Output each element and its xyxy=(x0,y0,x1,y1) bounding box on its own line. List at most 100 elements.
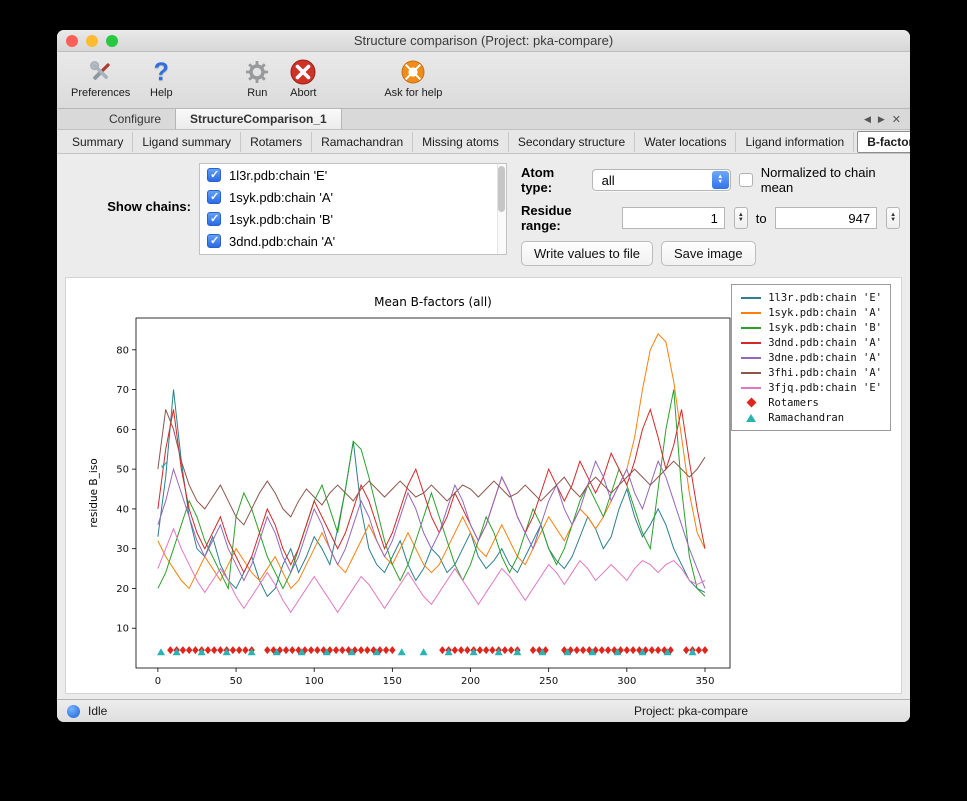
legend-item: Rotamers xyxy=(739,395,882,410)
tab-ramachandran[interactable]: Ramachandran xyxy=(312,132,413,152)
b-factor-chart[interactable]: 1020304050607080050100150200250300350Mea… xyxy=(84,290,744,694)
legend-item: 3dne.pdb:chain 'A' xyxy=(739,350,882,365)
tab-ligand-information[interactable]: Ligand information xyxy=(736,132,854,152)
residue-to-stepper[interactable]: ▲▼ xyxy=(886,207,900,229)
window-controls xyxy=(66,35,118,47)
ask-for-help-button[interactable]: Ask for help xyxy=(384,57,442,99)
svg-text:80: 80 xyxy=(116,345,129,356)
toolbar-label: Preferences xyxy=(71,87,130,99)
svg-text:✓: ✓ xyxy=(159,458,169,472)
project-label: Project: pka-compare xyxy=(634,704,748,718)
chain-checkbox[interactable] xyxy=(207,168,221,182)
tab-water-locations[interactable]: Water locations xyxy=(635,132,736,152)
residue-to-input[interactable]: 947 xyxy=(775,207,877,229)
chain-list[interactable]: 1l3r.pdb:chain 'E' 1syk.pdb:chain 'A' 1s… xyxy=(199,163,507,255)
svg-text:40: 40 xyxy=(116,504,129,515)
show-chains-label: Show chains: xyxy=(57,163,199,266)
svg-text:10: 10 xyxy=(116,624,129,635)
chain-label: 1syk.pdb:chain 'A' xyxy=(229,190,333,205)
svg-text:Mean B-factors (all): Mean B-factors (all) xyxy=(374,295,492,309)
chain-list-item[interactable]: 1syk.pdb:chain 'B' xyxy=(200,208,506,230)
atom-type-select[interactable]: all ▲▼ xyxy=(592,169,731,191)
titlebar: Structure comparison (Project: pka-compa… xyxy=(57,30,910,52)
tab-scroll-right-icon[interactable]: ▶ xyxy=(878,114,885,125)
legend-item: 1syk.pdb:chain 'A' xyxy=(739,305,882,320)
scrollbar-thumb[interactable] xyxy=(498,166,505,212)
zoom-button[interactable] xyxy=(106,35,118,47)
to-label: to xyxy=(756,211,767,226)
tab-close-icon[interactable]: ✕ xyxy=(892,113,901,126)
svg-text:60: 60 xyxy=(116,425,129,436)
toolbar: Preferences ? Help Run xyxy=(57,52,910,109)
chain-label: 1syk.pdb:chain 'B' xyxy=(229,212,333,227)
tab-configure[interactable]: Configure xyxy=(95,109,175,129)
legend-line-swatch xyxy=(741,327,761,329)
abort-icon xyxy=(288,57,318,87)
legend-line-swatch xyxy=(741,342,761,344)
toolbar-label: Help xyxy=(150,87,173,99)
question-icon: ? xyxy=(146,57,176,87)
app-window: Structure comparison (Project: pka-compa… xyxy=(57,30,910,722)
tab-missing-atoms[interactable]: Missing atoms xyxy=(413,132,509,152)
normalized-checkbox[interactable] xyxy=(739,173,753,187)
status-indicator-icon xyxy=(67,705,80,718)
tab-bar-controls: ◀ ▶ ✕ xyxy=(864,109,910,129)
plot-panel: 1020304050607080050100150200250300350Mea… xyxy=(65,277,902,694)
window-title: Structure comparison (Project: pka-compa… xyxy=(354,33,613,48)
close-button[interactable] xyxy=(66,35,78,47)
minimize-button[interactable] xyxy=(86,35,98,47)
svg-text:300: 300 xyxy=(617,676,636,687)
tab-structure-comparison-1[interactable]: StructureComparison_1 xyxy=(175,109,342,129)
status-text: Idle xyxy=(88,704,107,718)
legend-item: 1syk.pdb:chain 'B' xyxy=(739,320,882,335)
chain-checkbox[interactable] xyxy=(207,212,221,226)
chain-list-item[interactable]: 1l3r.pdb:chain 'E' xyxy=(200,164,506,186)
legend-triangle-swatch xyxy=(746,414,756,422)
svg-text:250: 250 xyxy=(539,676,558,687)
write-values-button[interactable]: Write values to file xyxy=(521,241,653,266)
tools-icon xyxy=(86,57,116,87)
tab-summary[interactable]: Summary xyxy=(63,132,133,152)
preferences-button[interactable]: Preferences xyxy=(71,57,130,99)
chain-checkbox[interactable] xyxy=(207,234,221,248)
svg-text:350: 350 xyxy=(695,676,714,687)
svg-text:20: 20 xyxy=(116,584,129,595)
svg-text:100: 100 xyxy=(305,676,324,687)
residue-from-input[interactable]: 1 xyxy=(622,207,724,229)
chain-checkbox[interactable] xyxy=(207,190,221,204)
gear-icon xyxy=(242,57,272,87)
lifering-icon xyxy=(398,57,428,87)
chain-label: 3dnd.pdb:chain 'A' xyxy=(229,234,335,249)
controls-panel: Show chains: 1l3r.pdb:chain 'E' 1syk.pdb… xyxy=(57,154,910,275)
filter-controls: Atom type: all ▲▼ Normalized to chain me… xyxy=(521,163,900,266)
legend-line-swatch xyxy=(741,312,761,314)
tab-scroll-left-icon[interactable]: ◀ xyxy=(864,114,871,125)
status-bar: Idle Project: pka-compare xyxy=(57,699,910,722)
legend-diamond-swatch xyxy=(746,398,756,408)
abort-button[interactable]: Abort xyxy=(288,57,318,99)
svg-text:70: 70 xyxy=(116,385,129,396)
atom-type-value: all xyxy=(602,173,615,188)
residue-from-stepper[interactable]: ▲▼ xyxy=(734,207,748,229)
chain-list-item[interactable]: 3dnd.pdb:chain 'A' xyxy=(200,230,506,252)
toolbar-label: Run xyxy=(247,87,267,99)
legend-line-swatch xyxy=(741,297,761,299)
tab-rotamers[interactable]: Rotamers xyxy=(241,132,312,152)
svg-text:150: 150 xyxy=(383,676,402,687)
svg-text:200: 200 xyxy=(461,676,480,687)
chain-list-item[interactable]: 1syk.pdb:chain 'A' xyxy=(200,186,506,208)
svg-text:50: 50 xyxy=(116,465,129,476)
tab-ligand-summary[interactable]: Ligand summary xyxy=(133,132,241,152)
tab-b-factors[interactable]: B-factors xyxy=(857,131,910,153)
svg-text:0: 0 xyxy=(155,676,161,687)
save-image-button[interactable]: Save image xyxy=(661,241,756,266)
document-tab-bar: Configure StructureComparison_1 ◀ ▶ ✕ xyxy=(57,109,910,130)
tab-secondary-structure[interactable]: Secondary structure xyxy=(509,132,635,152)
run-button[interactable]: Run xyxy=(242,57,272,99)
help-button[interactable]: ? Help xyxy=(146,57,176,99)
chain-list-scrollbar[interactable] xyxy=(497,164,506,254)
toolbar-label: Abort xyxy=(290,87,316,99)
toolbar-label: Ask for help xyxy=(384,87,442,99)
atom-type-label: Atom type: xyxy=(521,165,584,195)
svg-text:residue B_iso: residue B_iso xyxy=(88,458,100,527)
